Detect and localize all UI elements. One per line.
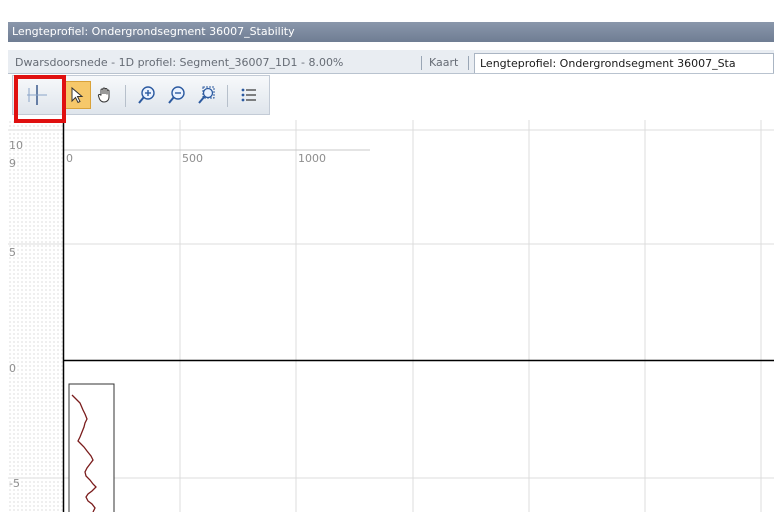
y-tick-label: 5	[9, 246, 16, 259]
zoom-in-button[interactable]	[133, 81, 161, 109]
pan-tool-button[interactable]	[91, 81, 119, 109]
zoom-in-icon	[138, 86, 155, 104]
legend-button[interactable]	[235, 81, 263, 109]
vertical-line-tool-highlight	[14, 75, 66, 123]
x-tick-label: 1000	[298, 152, 326, 165]
tab-dwarsdoorsnede[interactable]: Dwarsdoorsnede - 1D profiel: Segment_360…	[10, 53, 348, 73]
pan-hand-icon	[97, 87, 110, 103]
x-tick-label: 500	[182, 152, 203, 165]
y-tick-label: 9	[9, 157, 16, 170]
y-tick-label: 10	[9, 139, 23, 152]
zoom-out-icon	[168, 86, 185, 104]
zoom-extent-icon	[198, 86, 215, 104]
tab-kaart[interactable]: Kaart	[424, 53, 463, 73]
window-title: Lengteprofiel: Ondergrondsegment 36007_S…	[12, 25, 295, 38]
window-title-bar: Lengteprofiel: Ondergrondsegment 36007_S…	[8, 22, 774, 42]
select-arrow-icon	[71, 86, 84, 104]
toolbar-separator	[125, 85, 126, 107]
tab-separator	[421, 56, 422, 70]
top-strip	[0, 0, 774, 22]
profile-box	[68, 383, 115, 512]
toolbar-separator	[227, 85, 228, 107]
y-tick-label: 0	[9, 362, 16, 375]
y-tick-label: -5	[9, 477, 20, 490]
zoom-out-button[interactable]	[163, 81, 191, 109]
length-profile-plot[interactable]: 10 9 5 0 -5 0 500 1000	[8, 120, 774, 512]
zoom-extent-button[interactable]	[193, 81, 221, 109]
x-tick-label: 0	[66, 152, 73, 165]
select-tool-button[interactable]	[63, 81, 91, 109]
legend-list-icon	[241, 88, 256, 102]
document-tab-bar: Dwarsdoorsnede - 1D profiel: Segment_360…	[8, 50, 774, 74]
plot-grid	[8, 120, 774, 512]
tab-lengteprofiel[interactable]: Lengteprofiel: Ondergrondsegment 36007_S…	[474, 53, 774, 73]
tab-separator	[468, 56, 469, 70]
